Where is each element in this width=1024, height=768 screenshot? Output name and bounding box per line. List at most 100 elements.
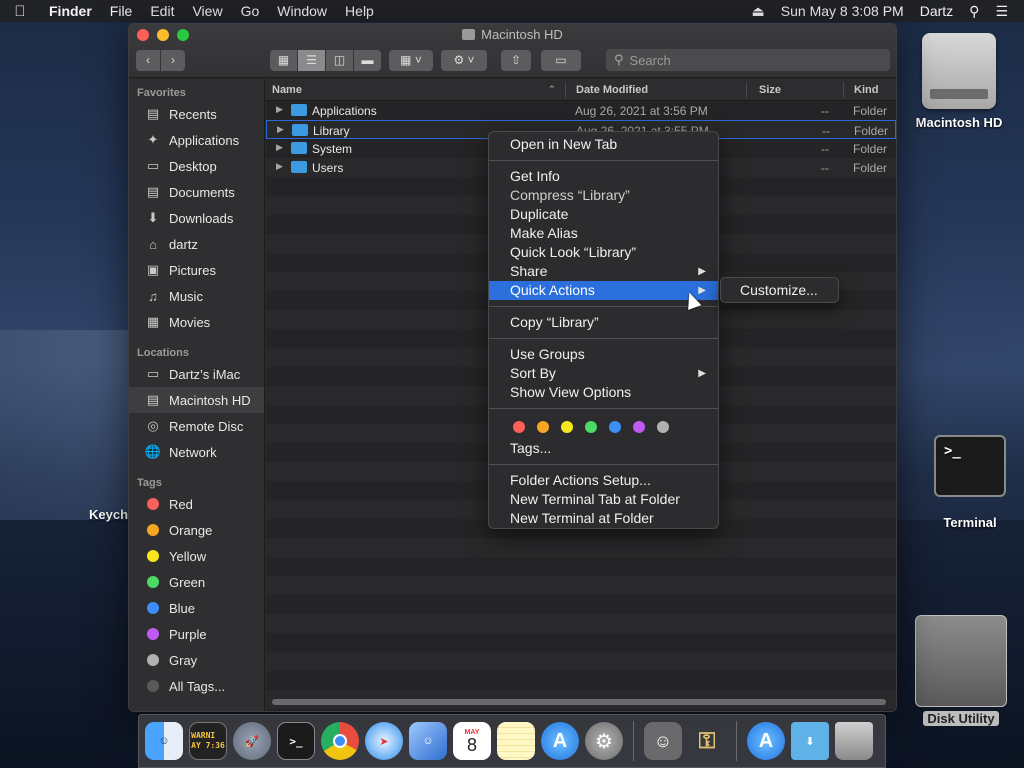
- menu-item-new-terminal-tab[interactable]: New Terminal Tab at Folder: [489, 490, 718, 509]
- dock-console-icon[interactable]: WARNI AY 7:36: [189, 722, 227, 760]
- menu-item-folder-actions-setup[interactable]: Folder Actions Setup...: [489, 471, 718, 490]
- sidebar-item-applications[interactable]: ✦ Applications: [129, 127, 264, 153]
- column-view-button[interactable]: ◫: [326, 49, 353, 71]
- sidebar-tag-blue[interactable]: Blue: [129, 595, 264, 621]
- eject-icon[interactable]: ⏏: [744, 3, 773, 20]
- sidebar-tag-yellow[interactable]: Yellow: [129, 543, 264, 569]
- disclosure-triangle-icon[interactable]: ▶: [276, 161, 283, 172]
- menu-clock[interactable]: Sun May 8 3:08 PM: [773, 3, 912, 19]
- sidebar-tag-red[interactable]: Red: [129, 491, 264, 517]
- dock-safari-icon[interactable]: ➤: [365, 722, 403, 760]
- dock-trash-icon[interactable]: [835, 722, 873, 760]
- menu-go[interactable]: Go: [232, 3, 269, 19]
- menu-file[interactable]: File: [101, 3, 142, 19]
- desktop-icon-disk-utility[interactable]: Disk Utility: [909, 615, 1013, 726]
- sidebar-item-network[interactable]: 🌐 Network: [129, 439, 264, 465]
- menu-item-make-alias[interactable]: Make Alias: [489, 224, 718, 243]
- dock-notes-icon[interactable]: [497, 722, 535, 760]
- dock-terminal-icon[interactable]: >_: [277, 722, 315, 760]
- disclosure-triangle-icon[interactable]: ▶: [276, 104, 283, 115]
- dock-app-store-icon[interactable]: A: [541, 722, 579, 760]
- dock-accessibility-icon[interactable]: ☺: [644, 722, 682, 760]
- sidebar-all-tags[interactable]: All Tags...: [129, 673, 264, 699]
- tag-button[interactable]: ▭: [541, 49, 581, 71]
- sidebar-item-remote-disc[interactable]: ◎ Remote Disc: [129, 413, 264, 439]
- gallery-view-button[interactable]: ▬: [354, 49, 381, 71]
- menu-edit[interactable]: Edit: [141, 3, 183, 19]
- sidebar-item-recents[interactable]: ▤ Recents: [129, 101, 264, 127]
- list-view-button[interactable]: ☰: [298, 49, 325, 71]
- menu-item-share[interactable]: Share ▶: [489, 262, 718, 281]
- tag-green-dot[interactable]: [585, 421, 597, 433]
- sidebar-item-movies[interactable]: ▦ Movies: [129, 309, 264, 335]
- menu-user[interactable]: Dartz: [912, 3, 961, 19]
- column-separator[interactable]: [565, 82, 566, 98]
- apple-menu-icon[interactable]: : [0, 3, 40, 20]
- menu-item-duplicate[interactable]: Duplicate: [489, 205, 718, 224]
- group-by-button[interactable]: ▦ ˅: [389, 49, 433, 71]
- dock-system-preferences-icon[interactable]: ⚙: [585, 722, 623, 760]
- menu-item-get-info[interactable]: Get Info: [489, 167, 718, 186]
- tag-orange-dot[interactable]: [537, 421, 549, 433]
- sidebar-tag-orange[interactable]: Orange: [129, 517, 264, 543]
- table-row[interactable]: ▶ Applications Aug 26, 2021 at 3:56 PM -…: [266, 101, 896, 120]
- menu-item-sort-by[interactable]: Sort By ▶: [489, 364, 718, 383]
- column-kind[interactable]: Kind: [854, 84, 878, 96]
- action-gear-button[interactable]: ⚙ ˅: [441, 49, 487, 71]
- dock-app-store-download-icon[interactable]: A: [747, 722, 785, 760]
- column-name[interactable]: Name: [272, 84, 302, 96]
- menu-item-open-new-tab[interactable]: Open in New Tab: [489, 135, 718, 154]
- column-size[interactable]: Size: [759, 84, 781, 96]
- menu-item-copy[interactable]: Copy “Library”: [489, 313, 718, 332]
- tag-blue-dot[interactable]: [609, 421, 621, 433]
- sidebar-tag-gray[interactable]: Gray: [129, 647, 264, 673]
- search-field[interactable]: ⚲ Search: [606, 49, 890, 71]
- horizontal-scrollbar[interactable]: [272, 699, 886, 705]
- menu-item-show-view-options[interactable]: Show View Options: [489, 383, 718, 402]
- dock-downloads-folder-icon[interactable]: ⬇: [791, 722, 829, 760]
- sidebar-item-music[interactable]: ♫ Music: [129, 283, 264, 309]
- sidebar-item-home[interactable]: ⌂ dartz: [129, 231, 264, 257]
- column-date[interactable]: Date Modified: [576, 84, 648, 96]
- dock-launchpad-icon[interactable]: 🚀: [233, 722, 271, 760]
- icon-view-button[interactable]: ▦: [270, 49, 297, 71]
- menu-item-tags[interactable]: Tags...: [489, 439, 718, 458]
- tag-red-dot[interactable]: [513, 421, 525, 433]
- sidebar-item-desktop[interactable]: ▭ Desktop: [129, 153, 264, 179]
- menu-item-use-groups[interactable]: Use Groups: [489, 345, 718, 364]
- share-button[interactable]: ⇧: [501, 49, 531, 71]
- dock-keychain-icon[interactable]: ⚿: [688, 722, 726, 760]
- column-separator[interactable]: [746, 82, 747, 98]
- back-button[interactable]: ‹: [136, 49, 160, 71]
- dock-finder-icon[interactable]: ☺: [145, 722, 183, 760]
- column-separator[interactable]: [843, 82, 844, 98]
- menu-app-name[interactable]: Finder: [40, 3, 101, 19]
- sidebar-item-pictures[interactable]: ▣ Pictures: [129, 257, 264, 283]
- sidebar-item-documents[interactable]: ▤ Documents: [129, 179, 264, 205]
- menu-view[interactable]: View: [183, 3, 231, 19]
- menu-item-new-terminal[interactable]: New Terminal at Folder: [489, 509, 718, 528]
- disclosure-triangle-icon[interactable]: ▶: [276, 142, 283, 153]
- tag-yellow-dot[interactable]: [561, 421, 573, 433]
- menu-item-compress[interactable]: Compress “Library”: [489, 186, 718, 205]
- menu-help[interactable]: Help: [336, 3, 383, 19]
- sidebar-tag-purple[interactable]: Purple: [129, 621, 264, 647]
- tag-gray-dot[interactable]: [657, 421, 669, 433]
- disclosure-triangle-icon[interactable]: ▶: [277, 124, 284, 135]
- sidebar-tag-green[interactable]: Green: [129, 569, 264, 595]
- menu-item-customize[interactable]: Customize...: [721, 281, 838, 300]
- dock-calendar-icon[interactable]: MAY 8: [453, 722, 491, 760]
- spotlight-icon[interactable]: ⚲: [961, 3, 987, 20]
- desktop-icon-keychain[interactable]: Keych: [89, 507, 129, 522]
- tag-purple-dot[interactable]: [633, 421, 645, 433]
- forward-button[interactable]: ›: [161, 49, 185, 71]
- sidebar-item-macintosh-hd[interactable]: ▤ Macintosh HD: [129, 387, 264, 413]
- dock-chrome-icon[interactable]: [321, 722, 359, 760]
- desktop-icon-terminal[interactable]: >_ Terminal: [928, 435, 1012, 530]
- notification-center-icon[interactable]: ☰: [987, 3, 1016, 20]
- menu-window[interactable]: Window: [268, 3, 336, 19]
- desktop-icon-macintosh-hd[interactable]: Macintosh HD: [913, 33, 1005, 130]
- sidebar-item-downloads[interactable]: ⬇ Downloads: [129, 205, 264, 231]
- menu-item-quick-look[interactable]: Quick Look “Library”: [489, 243, 718, 262]
- sidebar-item-imac[interactable]: ▭ Dartz’s iMac: [129, 361, 264, 387]
